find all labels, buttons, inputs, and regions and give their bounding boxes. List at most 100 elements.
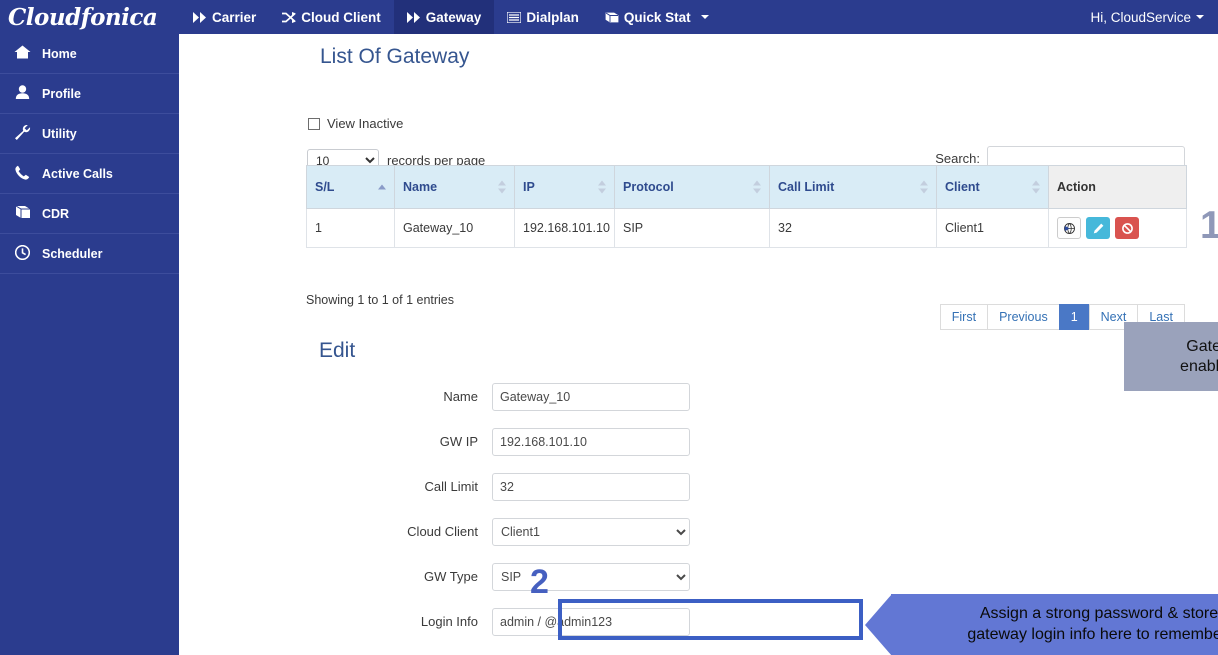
nav-item-dialplan-label: Dialplan xyxy=(526,9,579,25)
pagination-page-1[interactable]: 1 xyxy=(1058,304,1090,330)
navbar-items: Carrier Cloud Client Gateway Dialplan Qu… xyxy=(180,0,722,34)
sort-both-icon xyxy=(598,180,606,194)
fast-forward-icon xyxy=(193,11,207,24)
sidebar-item-utility-label: Utility xyxy=(42,126,77,141)
sidebar: Home Profile Utility Active Calls CDR Sc… xyxy=(0,34,179,655)
column-header-client[interactable]: Client xyxy=(936,165,1049,209)
sidebar-item-home-label: Home xyxy=(42,46,77,61)
field-label-cloud-client: Cloud Client xyxy=(407,524,478,539)
list-icon xyxy=(506,10,522,24)
column-header-sl-label: S/L xyxy=(315,180,335,194)
table-body: 1 Gateway_10 192.168.101.10 SIP 32 Clien… xyxy=(306,208,1187,248)
field-label-name: Name xyxy=(443,389,478,404)
nav-item-gateway[interactable]: Gateway xyxy=(393,0,495,34)
disable-button[interactable] xyxy=(1115,217,1139,239)
view-inactive-row[interactable]: View Inactive xyxy=(308,116,403,131)
annotation-marker-two: 2 xyxy=(530,563,549,601)
home-icon xyxy=(13,45,32,62)
sidebar-item-profile-label: Profile xyxy=(42,86,81,101)
wrench-icon xyxy=(13,124,32,143)
callout-blue-arrow xyxy=(865,594,892,655)
book-icon xyxy=(13,205,32,222)
nav-item-carrier-label: Carrier xyxy=(212,9,257,25)
column-header-action-label: Action xyxy=(1057,180,1096,194)
main-content: List Of Gateway View Inactive 10 records… xyxy=(179,34,1218,655)
field-row-gw-ip: GW IP xyxy=(179,419,1218,464)
column-header-ip[interactable]: IP xyxy=(514,165,615,209)
field-label-gw-ip: GW IP xyxy=(439,434,478,449)
view-inactive-checkbox[interactable] xyxy=(308,117,320,130)
callout-blue-line-1: Assign a strong password & store xyxy=(979,605,1218,623)
column-header-call-limit-label: Call Limit xyxy=(778,180,835,194)
cell-protocol: SIP xyxy=(614,208,770,248)
cell-call-limit: 32 xyxy=(769,208,937,248)
nav-item-cloud-client-label: Cloud Client xyxy=(301,9,381,25)
field-control-cloud-client: Client1 xyxy=(492,517,690,546)
view-inactive-label: View Inactive xyxy=(327,116,404,131)
sidebar-item-active-calls-label: Active Calls xyxy=(42,166,113,181)
nav-item-quick-stat[interactable]: Quick Stat xyxy=(592,0,722,34)
gw-ip-input[interactable] xyxy=(492,427,690,456)
field-label-login-info: Login Info xyxy=(420,614,478,629)
sidebar-item-profile[interactable]: Profile xyxy=(0,74,179,114)
sort-both-icon xyxy=(753,180,761,194)
edit-form-title: Edit xyxy=(319,339,356,362)
gw-type-select[interactable]: SIP xyxy=(492,562,690,591)
nav-item-dialplan[interactable]: Dialplan xyxy=(494,0,592,34)
phone-icon xyxy=(13,165,32,183)
callout-gray-line-1: Gateway Browsing xyxy=(1186,337,1218,355)
column-header-call-limit[interactable]: Call Limit xyxy=(769,165,937,209)
fast-forward-icon xyxy=(406,11,421,24)
user-icon xyxy=(13,85,32,102)
field-control-call-limit xyxy=(492,472,690,501)
callout-blue-line-2: gateway login info here to remember. xyxy=(967,626,1218,643)
cell-client: Client1 xyxy=(936,208,1049,248)
column-header-name-label: Name xyxy=(403,180,438,194)
login-info-input[interactable] xyxy=(492,607,690,636)
column-header-protocol[interactable]: Protocol xyxy=(614,165,770,209)
field-row-cloud-client: Cloud Client Client1 xyxy=(179,509,1218,554)
row-action-buttons xyxy=(1057,217,1178,239)
book-icon xyxy=(605,11,619,24)
pagination-first[interactable]: First xyxy=(939,304,989,330)
cloud-client-select[interactable]: Client1 xyxy=(492,517,690,546)
user-menu[interactable]: Hi, CloudService xyxy=(1090,0,1218,34)
field-control-name xyxy=(492,382,690,411)
sort-ascending-icon xyxy=(378,184,386,190)
app-root: Cloudfonica Carrier Cloud Client Gateway xyxy=(0,0,1218,655)
column-header-action: Action xyxy=(1048,165,1187,209)
field-row-name: Name xyxy=(179,374,1218,419)
field-control-login-info xyxy=(492,607,690,636)
chevron-down-icon xyxy=(700,15,709,19)
top-navbar: Cloudfonica Carrier Cloud Client Gateway xyxy=(0,0,1218,34)
cell-ip: 192.168.101.10 xyxy=(514,208,615,248)
name-input[interactable] xyxy=(492,382,690,411)
cell-sl: 1 xyxy=(306,208,395,248)
column-header-protocol-label: Protocol xyxy=(623,180,674,194)
search-label: Search: xyxy=(935,151,980,166)
page-title: List Of Gateway xyxy=(320,45,470,68)
field-control-gw-type: SIP xyxy=(492,562,690,591)
column-header-name[interactable]: Name xyxy=(394,165,515,209)
cell-name: Gateway_10 xyxy=(394,208,515,248)
pagination-previous[interactable]: Previous xyxy=(987,304,1060,330)
edit-button[interactable] xyxy=(1086,217,1110,239)
column-header-sl[interactable]: S/L xyxy=(306,165,395,209)
shuffle-icon xyxy=(282,11,297,24)
sidebar-item-utility[interactable]: Utility xyxy=(0,114,179,154)
browse-toggle-button[interactable] xyxy=(1057,217,1081,239)
sidebar-item-home[interactable]: Home xyxy=(0,34,179,74)
nav-item-quick-stat-label: Quick Stat xyxy=(623,9,691,25)
nav-item-carrier[interactable]: Carrier xyxy=(180,0,269,34)
field-label-call-limit: Call Limit xyxy=(424,479,478,494)
user-menu-label: Hi, CloudService xyxy=(1090,9,1191,25)
sidebar-item-cdr[interactable]: CDR xyxy=(0,194,179,234)
sidebar-item-scheduler-label: Scheduler xyxy=(42,246,103,261)
brand-logo[interactable]: Cloudfonica xyxy=(0,0,180,34)
table-header: S/L Name IP Protocol Call Limit Client A… xyxy=(306,165,1187,209)
nav-item-cloud-client[interactable]: Cloud Client xyxy=(269,0,394,34)
call-limit-input[interactable] xyxy=(492,472,690,501)
sidebar-item-active-calls[interactable]: Active Calls xyxy=(0,154,179,194)
sidebar-item-scheduler[interactable]: Scheduler xyxy=(0,234,179,274)
table-row: 1 Gateway_10 192.168.101.10 SIP 32 Clien… xyxy=(306,208,1187,248)
